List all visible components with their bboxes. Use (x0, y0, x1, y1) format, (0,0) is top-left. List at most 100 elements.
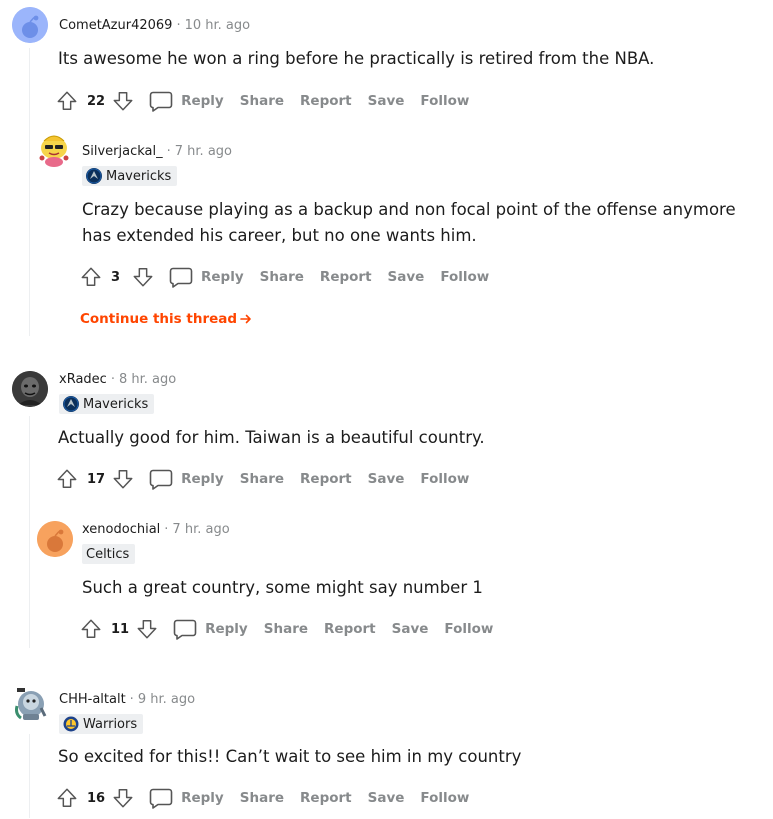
avatar[interactable] (12, 371, 48, 407)
follow-button[interactable]: Follow (440, 269, 489, 285)
username[interactable]: xenodochial (82, 522, 160, 537)
upvote-icon (57, 469, 77, 488)
continue-thread-link[interactable]: Continue this thread (80, 311, 252, 327)
save-button[interactable]: Save (368, 93, 405, 109)
reply-label: Reply (181, 790, 224, 806)
share-button[interactable]: Share (240, 93, 284, 109)
default-snoo-avatar-icon (12, 7, 48, 43)
comment-meta: CHH-altalt · 9 hr. ago (59, 690, 195, 708)
username[interactable]: Silverjackal_ (82, 144, 163, 159)
mavericks-logo-icon (86, 168, 102, 184)
separator: · (110, 371, 115, 387)
avatar[interactable] (36, 132, 72, 168)
comment-body: Its awesome he won a ring before he prac… (58, 49, 655, 68)
downvote-button[interactable] (135, 617, 159, 641)
reply-button[interactable]: Reply (149, 468, 224, 490)
upvote-button[interactable] (55, 786, 79, 810)
save-button[interactable]: Save (388, 269, 425, 285)
upvote-button[interactable] (79, 265, 103, 289)
avatar[interactable] (12, 7, 48, 43)
share-button[interactable]: Share (264, 621, 308, 637)
save-button[interactable]: Save (392, 621, 429, 637)
follow-button[interactable]: Follow (444, 621, 493, 637)
report-button[interactable]: Report (324, 621, 376, 637)
separator: · (166, 143, 171, 159)
flair-label: Celtics (86, 546, 130, 562)
upvote-icon (57, 788, 77, 807)
downvote-icon (137, 620, 157, 639)
username[interactable]: CHH-altalt (59, 692, 126, 707)
downvote-button[interactable] (131, 265, 155, 289)
downvote-icon (113, 470, 133, 489)
thread-line[interactable] (29, 48, 30, 336)
follow-button[interactable]: Follow (420, 471, 469, 487)
warriors-logo-icon (63, 716, 79, 732)
downvote-button[interactable] (111, 89, 135, 113)
report-button[interactable]: Report (300, 93, 352, 109)
upvote-button[interactable] (55, 467, 79, 491)
dark-portrait-avatar-icon (12, 371, 48, 407)
username[interactable]: xRadec (59, 372, 107, 387)
reply-button[interactable]: Reply (169, 266, 244, 288)
downvote-button[interactable] (111, 467, 135, 491)
vote-score: 17 (87, 471, 106, 487)
comment-body-line: Crazy because playing as a backup and no… (82, 200, 736, 219)
downvote-button[interactable] (111, 786, 135, 810)
comment-bubble-icon (169, 267, 193, 288)
vote-score: 3 (111, 269, 121, 285)
comment-body: Crazy because playing as a backup and no… (82, 197, 736, 249)
user-flair: Mavericks (59, 394, 155, 414)
follow-button[interactable]: Follow (420, 790, 469, 806)
vote-score: 16 (87, 790, 106, 806)
timestamp[interactable]: 7 hr. ago (172, 522, 229, 537)
action-bar: 22 Reply Share Report Save Follow (55, 88, 469, 114)
comment-bubble-icon (149, 469, 173, 490)
reply-button[interactable]: Reply (149, 90, 224, 112)
downvote-icon (133, 268, 153, 287)
report-button[interactable]: Report (320, 269, 372, 285)
comment-meta: CometAzur42069 · 10 hr. ago (59, 16, 250, 34)
reply-button[interactable]: Reply (173, 618, 248, 640)
default-snoo-avatar-icon (37, 521, 73, 557)
vote-score: 11 (111, 621, 130, 637)
timestamp[interactable]: 7 hr. ago (175, 144, 232, 159)
share-button[interactable]: Share (240, 471, 284, 487)
reply-button[interactable]: Reply (149, 787, 224, 809)
username[interactable]: CometAzur42069 (59, 18, 172, 33)
cartoon-snoo-avatar-icon (39, 135, 69, 167)
separator: · (176, 17, 181, 33)
follow-button[interactable]: Follow (420, 93, 469, 109)
avatar[interactable] (11, 686, 47, 722)
timestamp[interactable]: 10 hr. ago (185, 18, 251, 33)
user-flair: Celtics (82, 544, 136, 564)
save-button[interactable]: Save (368, 790, 405, 806)
action-bar: 3 Reply Share Report Save Follow (79, 264, 489, 290)
avatar[interactable] (37, 521, 73, 557)
vote-score: 22 (87, 93, 106, 109)
report-button[interactable]: Report (300, 471, 352, 487)
action-bar: 11 Reply Share Report Save Follow (79, 616, 493, 642)
reply-label: Reply (205, 621, 248, 637)
comment-body: Actually good for him. Taiwan is a beaut… (58, 428, 485, 447)
separator: · (164, 521, 169, 537)
comment-meta: xenodochial · 7 hr. ago (82, 520, 230, 538)
upvote-button[interactable] (55, 89, 79, 113)
thread-line[interactable] (29, 416, 30, 648)
timestamp[interactable]: 8 hr. ago (119, 372, 176, 387)
upvote-button[interactable] (79, 617, 103, 641)
share-button[interactable]: Share (240, 790, 284, 806)
timestamp[interactable]: 9 hr. ago (138, 692, 195, 707)
report-button[interactable]: Report (300, 790, 352, 806)
thread-line[interactable] (29, 734, 30, 818)
mavericks-logo-icon (63, 396, 79, 412)
downvote-icon (113, 92, 133, 111)
comment-body: So excited for this!! Can’t wait to see … (58, 747, 522, 766)
flair-label: Mavericks (83, 396, 149, 412)
reply-label: Reply (181, 93, 224, 109)
upvote-icon (57, 91, 77, 110)
upvote-icon (81, 267, 101, 286)
comment-body-line: has extended his career, but no one want… (82, 226, 477, 245)
user-flair: Warriors (59, 714, 144, 734)
save-button[interactable]: Save (368, 471, 405, 487)
share-button[interactable]: Share (260, 269, 304, 285)
